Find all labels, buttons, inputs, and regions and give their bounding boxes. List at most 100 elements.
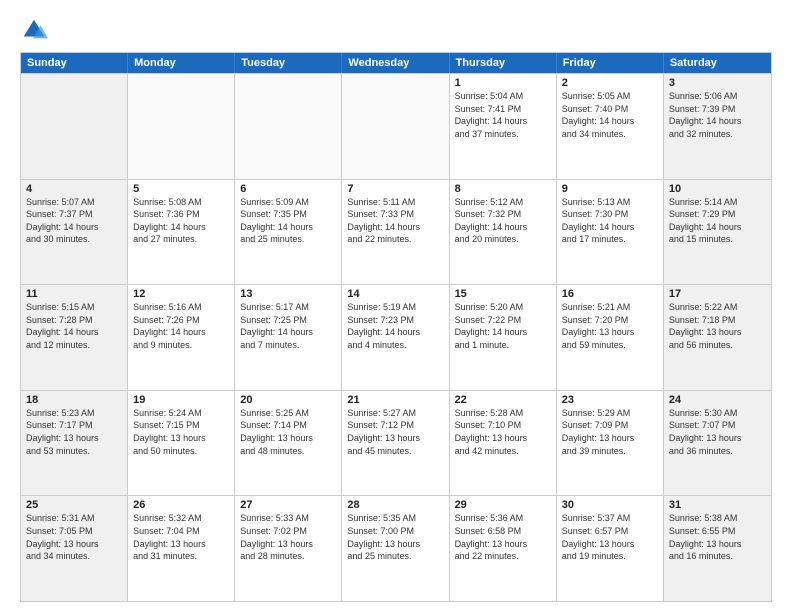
cell-line: Daylight: 14 hours bbox=[455, 221, 551, 234]
header-day-sunday: Sunday bbox=[21, 53, 128, 73]
day-number: 31 bbox=[669, 499, 766, 511]
cell-line: Sunrise: 5:11 AM bbox=[347, 196, 443, 209]
cell-line: Daylight: 13 hours bbox=[347, 432, 443, 445]
cell-line: and 50 minutes. bbox=[133, 445, 229, 458]
cal-cell-3-5: 23Sunrise: 5:29 AMSunset: 7:09 PMDayligh… bbox=[557, 391, 664, 496]
cell-line: Daylight: 13 hours bbox=[562, 538, 658, 551]
cell-line: and 36 minutes. bbox=[669, 445, 766, 458]
cell-line: Sunrise: 5:14 AM bbox=[669, 196, 766, 209]
cal-cell-2-5: 16Sunrise: 5:21 AMSunset: 7:20 PMDayligh… bbox=[557, 285, 664, 390]
cal-cell-0-0 bbox=[21, 74, 128, 179]
day-number: 10 bbox=[669, 183, 766, 195]
cell-line: and 30 minutes. bbox=[26, 233, 122, 246]
cell-line: Sunset: 7:32 PM bbox=[455, 208, 551, 221]
cell-line: Sunset: 7:00 PM bbox=[347, 525, 443, 538]
cell-line: and 32 minutes. bbox=[669, 128, 766, 141]
cell-line: Daylight: 13 hours bbox=[562, 432, 658, 445]
day-number: 16 bbox=[562, 288, 658, 300]
cell-line: Daylight: 14 hours bbox=[669, 115, 766, 128]
cell-line: Sunrise: 5:38 AM bbox=[669, 512, 766, 525]
cal-cell-2-2: 13Sunrise: 5:17 AMSunset: 7:25 PMDayligh… bbox=[235, 285, 342, 390]
cell-line: Sunset: 7:33 PM bbox=[347, 208, 443, 221]
cell-line: Sunset: 7:10 PM bbox=[455, 419, 551, 432]
cal-cell-1-5: 9Sunrise: 5:13 AMSunset: 7:30 PMDaylight… bbox=[557, 180, 664, 285]
cell-line: Sunset: 7:12 PM bbox=[347, 419, 443, 432]
cal-cell-3-2: 20Sunrise: 5:25 AMSunset: 7:14 PMDayligh… bbox=[235, 391, 342, 496]
day-number: 8 bbox=[455, 183, 551, 195]
cell-line: Sunrise: 5:07 AM bbox=[26, 196, 122, 209]
cell-line: Sunset: 7:18 PM bbox=[669, 314, 766, 327]
cell-line: and 34 minutes. bbox=[26, 550, 122, 563]
cal-cell-2-1: 12Sunrise: 5:16 AMSunset: 7:26 PMDayligh… bbox=[128, 285, 235, 390]
cal-cell-4-2: 27Sunrise: 5:33 AMSunset: 7:02 PMDayligh… bbox=[235, 496, 342, 601]
cell-line: Sunset: 7:30 PM bbox=[562, 208, 658, 221]
cell-line: Sunrise: 5:19 AM bbox=[347, 301, 443, 314]
cell-line: and 28 minutes. bbox=[240, 550, 336, 563]
day-number: 15 bbox=[455, 288, 551, 300]
cell-line: Sunrise: 5:25 AM bbox=[240, 407, 336, 420]
cell-line: Sunrise: 5:27 AM bbox=[347, 407, 443, 420]
cell-line: Sunset: 7:37 PM bbox=[26, 208, 122, 221]
cell-line: Daylight: 14 hours bbox=[347, 221, 443, 234]
cal-cell-3-1: 19Sunrise: 5:24 AMSunset: 7:15 PMDayligh… bbox=[128, 391, 235, 496]
cell-line: Sunset: 7:26 PM bbox=[133, 314, 229, 327]
cal-cell-2-3: 14Sunrise: 5:19 AMSunset: 7:23 PMDayligh… bbox=[342, 285, 449, 390]
cell-line: Sunset: 7:15 PM bbox=[133, 419, 229, 432]
cell-line: and 7 minutes. bbox=[240, 339, 336, 352]
header-day-monday: Monday bbox=[128, 53, 235, 73]
day-number: 29 bbox=[455, 499, 551, 511]
day-number: 25 bbox=[26, 499, 122, 511]
cal-cell-3-0: 18Sunrise: 5:23 AMSunset: 7:17 PMDayligh… bbox=[21, 391, 128, 496]
cell-line: Daylight: 13 hours bbox=[669, 538, 766, 551]
cell-line: Sunset: 7:25 PM bbox=[240, 314, 336, 327]
cell-line: and 34 minutes. bbox=[562, 128, 658, 141]
cal-cell-0-4: 1Sunrise: 5:04 AMSunset: 7:41 PMDaylight… bbox=[450, 74, 557, 179]
cell-line: Daylight: 14 hours bbox=[562, 115, 658, 128]
cell-line: Sunrise: 5:37 AM bbox=[562, 512, 658, 525]
cell-line: Daylight: 14 hours bbox=[455, 115, 551, 128]
cell-line: Sunrise: 5:23 AM bbox=[26, 407, 122, 420]
page: SundayMondayTuesdayWednesdayThursdayFrid… bbox=[0, 0, 792, 612]
cell-line: and 22 minutes. bbox=[455, 550, 551, 563]
day-number: 6 bbox=[240, 183, 336, 195]
cell-line: and 22 minutes. bbox=[347, 233, 443, 246]
cell-line: Sunset: 7:20 PM bbox=[562, 314, 658, 327]
cell-line: Daylight: 14 hours bbox=[240, 221, 336, 234]
header-day-saturday: Saturday bbox=[664, 53, 771, 73]
day-number: 4 bbox=[26, 183, 122, 195]
cell-line: Sunrise: 5:33 AM bbox=[240, 512, 336, 525]
cell-line: Sunrise: 5:22 AM bbox=[669, 301, 766, 314]
cell-line: and 4 minutes. bbox=[347, 339, 443, 352]
cell-line: Sunrise: 5:30 AM bbox=[669, 407, 766, 420]
cal-cell-4-5: 30Sunrise: 5:37 AMSunset: 6:57 PMDayligh… bbox=[557, 496, 664, 601]
cell-line: Sunrise: 5:28 AM bbox=[455, 407, 551, 420]
cal-cell-2-0: 11Sunrise: 5:15 AMSunset: 7:28 PMDayligh… bbox=[21, 285, 128, 390]
cell-line: Sunrise: 5:06 AM bbox=[669, 90, 766, 103]
cal-cell-0-5: 2Sunrise: 5:05 AMSunset: 7:40 PMDaylight… bbox=[557, 74, 664, 179]
cell-line: Sunrise: 5:13 AM bbox=[562, 196, 658, 209]
calendar-row-4: 25Sunrise: 5:31 AMSunset: 7:05 PM Dayligh… bbox=[21, 495, 771, 601]
cell-line: and 45 minutes. bbox=[347, 445, 443, 458]
cell-line: and 56 minutes. bbox=[669, 339, 766, 352]
cell-line: and 39 minutes. bbox=[562, 445, 658, 458]
cal-cell-1-3: 7Sunrise: 5:11 AMSunset: 7:33 PMDaylight… bbox=[342, 180, 449, 285]
cell-line: Daylight: 14 hours bbox=[26, 326, 122, 339]
cell-line: Sunrise: 5:31 AM bbox=[26, 512, 122, 525]
cal-cell-3-3: 21Sunrise: 5:27 AMSunset: 7:12 PMDayligh… bbox=[342, 391, 449, 496]
cell-line: Daylight: 13 hours bbox=[455, 432, 551, 445]
cell-line: and 48 minutes. bbox=[240, 445, 336, 458]
day-number: 1 bbox=[455, 77, 551, 89]
cell-line: Sunset: 7:22 PM bbox=[455, 314, 551, 327]
cal-cell-0-2 bbox=[235, 74, 342, 179]
cell-line: Sunset: 7:41 PM bbox=[455, 103, 551, 116]
cell-line: Daylight: 13 hours bbox=[347, 538, 443, 551]
cell-line: Sunset: 7:02 PM bbox=[240, 525, 336, 538]
day-number: 26 bbox=[133, 499, 229, 511]
calendar-row-0: 1Sunrise: 5:04 AMSunset: 7:41 PMDaylight… bbox=[21, 73, 771, 179]
cell-line: Sunset: 6:58 PM bbox=[455, 525, 551, 538]
logo bbox=[20, 16, 52, 44]
cal-cell-0-1 bbox=[128, 74, 235, 179]
calendar-row-1: 4Sunrise: 5:07 AMSunset: 7:37 PM Daylight… bbox=[21, 179, 771, 285]
cell-line: Daylight: 14 hours bbox=[240, 326, 336, 339]
cell-line: Sunset: 7:05 PM bbox=[26, 525, 122, 538]
